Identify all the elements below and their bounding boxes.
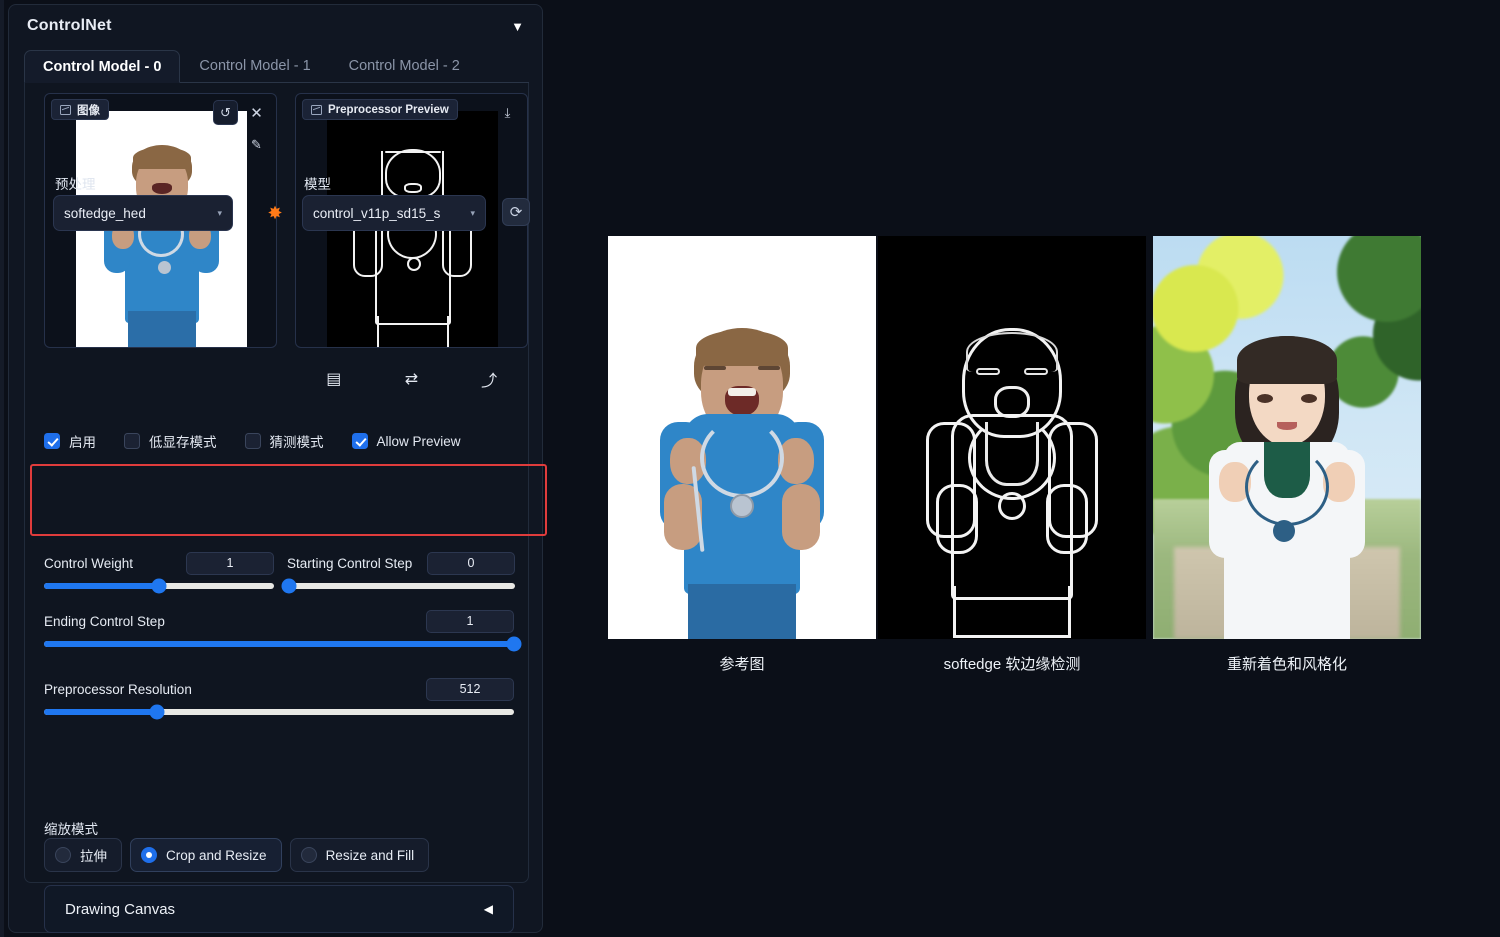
result-column-reference: 参考图: [608, 236, 876, 674]
slider-thumb[interactable]: [282, 579, 297, 594]
radio-resize-and-fill[interactable]: Resize and Fill: [290, 838, 430, 872]
image-box-tag-label: 图像: [77, 102, 100, 118]
checkbox-label: 猜测模式: [270, 431, 324, 451]
slider-label: Preprocessor Resolution: [44, 682, 192, 697]
model-select-value: control_v11p_sd15_s: [313, 206, 440, 221]
model-label: 模型: [304, 173, 331, 193]
chevron-down-icon[interactable]: ▼: [511, 20, 524, 33]
controlnet-panel: ControlNet ▼ Control Model - 0 Control M…: [8, 4, 543, 933]
pen-edit-icon[interactable]: ✎: [244, 132, 269, 157]
radio-label: Crop and Resize: [166, 848, 267, 863]
checkbox-box[interactable]: [44, 433, 60, 449]
tab-control-model-0[interactable]: Control Model - 0: [24, 50, 180, 83]
reset-image-button[interactable]: ↺: [213, 100, 238, 125]
radio-crop-and-resize[interactable]: Crop and Resize: [130, 838, 282, 872]
radio-dot[interactable]: [55, 847, 71, 863]
send-to-generation-icon[interactable]: ⤴: [476, 368, 502, 390]
slider-ending-control-step: Ending Control Step 1: [44, 609, 514, 647]
chevron-down-icon: ▾: [470, 208, 475, 219]
drawing-canvas-title: Drawing Canvas: [65, 901, 175, 918]
slider-control-weight: Control Weight 1: [44, 551, 274, 589]
slider-label: Starting Control Step: [287, 556, 412, 571]
window-left-edge: [0, 0, 4, 937]
slider-label: Ending Control Step: [44, 614, 165, 629]
preview-box-tag-label: Preprocessor Preview: [328, 104, 449, 116]
slider-track[interactable]: [44, 641, 514, 647]
image-tools-row: ▤ ⇄ ⤴: [295, 361, 528, 396]
radio-dot[interactable]: [301, 847, 317, 863]
options-checkbox-row: 启用 低显存模式 猜测模式 Allow Preview: [44, 428, 514, 454]
slider-label: Control Weight: [44, 556, 133, 571]
refresh-icon[interactable]: ⟳: [502, 198, 530, 226]
result-caption: 重新着色和风格化: [1153, 653, 1421, 674]
tab-control-model-1[interactable]: Control Model - 1: [180, 49, 329, 82]
tab-panel-control-model-0: 图像 ↺ ✕ ✎: [24, 83, 529, 883]
slider-value-input[interactable]: 1: [186, 552, 274, 575]
slider-track[interactable]: [44, 709, 514, 715]
radio-label: 拉伸: [80, 845, 107, 865]
reference-image[interactable]: [608, 236, 876, 639]
slider-thumb[interactable]: [149, 705, 164, 720]
radio-dot[interactable]: [141, 847, 157, 863]
slider-track[interactable]: [44, 583, 274, 589]
slider-track[interactable]: [287, 583, 515, 589]
preprocessor-select-value: softedge_hed: [64, 206, 146, 221]
checkbox-label: 启用: [69, 431, 96, 451]
checkbox-pixel-perfect[interactable]: 猜测模式: [245, 431, 324, 451]
softedge-image[interactable]: [878, 236, 1146, 639]
checkbox-box[interactable]: [124, 433, 140, 449]
result-caption: 参考图: [608, 653, 876, 674]
open-new-canvas-icon[interactable]: ▤: [321, 368, 347, 390]
swap-images-icon[interactable]: ⇄: [398, 368, 424, 390]
checkbox-label: 低显存模式: [149, 431, 217, 451]
checkbox-label: Allow Preview: [377, 434, 461, 449]
slider-value-input[interactable]: 1: [426, 610, 514, 633]
slider-thumb[interactable]: [507, 637, 522, 652]
chevron-left-icon[interactable]: ◀: [484, 902, 493, 916]
stylized-image[interactable]: [1153, 236, 1421, 639]
checkbox-box[interactable]: [245, 433, 261, 449]
checkbox-allow-preview[interactable]: Allow Preview: [352, 433, 461, 449]
resize-mode-radio-group: 拉伸 Crop and Resize Resize and Fill: [44, 838, 429, 872]
slider-starting-control-step: Starting Control Step 0: [287, 551, 515, 589]
image-icon: [60, 105, 71, 115]
slider-preprocessor-resolution: Preprocessor Resolution 512: [44, 677, 514, 715]
slider-value-input[interactable]: 512: [426, 678, 514, 701]
download-icon[interactable]: ⤓: [495, 100, 520, 125]
result-caption: softedge 软边缘检测: [878, 653, 1146, 674]
slider-value-input[interactable]: 0: [427, 552, 515, 575]
panel-header[interactable]: ControlNet ▼: [9, 5, 542, 47]
resize-mode-label: 缩放模式: [44, 818, 98, 838]
page-title: ControlNet: [27, 17, 112, 35]
run-preprocessor-button[interactable]: ✸: [262, 200, 288, 226]
image-icon: [311, 105, 322, 115]
model-select[interactable]: control_v11p_sd15_s ▾: [302, 195, 486, 231]
preview-box-tag: Preprocessor Preview: [302, 99, 458, 120]
results-area: 参考图 softedge 软边缘检测: [543, 0, 1500, 937]
preprocessor-model-highlight: [30, 464, 547, 536]
result-column-softedge: softedge 软边缘检测: [878, 236, 1146, 674]
radio-label: Resize and Fill: [326, 848, 415, 863]
image-box-tag: 图像: [51, 99, 109, 120]
radio-stretch[interactable]: 拉伸: [44, 838, 122, 872]
preprocessor-label: 预处理: [55, 173, 96, 193]
checkbox-enable[interactable]: 启用: [44, 431, 96, 451]
preprocessor-select[interactable]: softedge_hed ▾: [53, 195, 233, 231]
tabbar: Control Model - 0 Control Model - 1 Cont…: [24, 50, 529, 83]
slider-thumb[interactable]: [152, 579, 167, 594]
result-column-stylized: 重新着色和风格化: [1153, 236, 1421, 674]
drawing-canvas-accordion[interactable]: Drawing Canvas ◀: [44, 885, 514, 933]
tab-control-model-2[interactable]: Control Model - 2: [330, 49, 479, 82]
chevron-down-icon: ▾: [217, 208, 222, 219]
checkbox-low-vram[interactable]: 低显存模式: [124, 431, 217, 451]
close-icon[interactable]: ✕: [244, 100, 269, 125]
checkbox-box[interactable]: [352, 433, 368, 449]
